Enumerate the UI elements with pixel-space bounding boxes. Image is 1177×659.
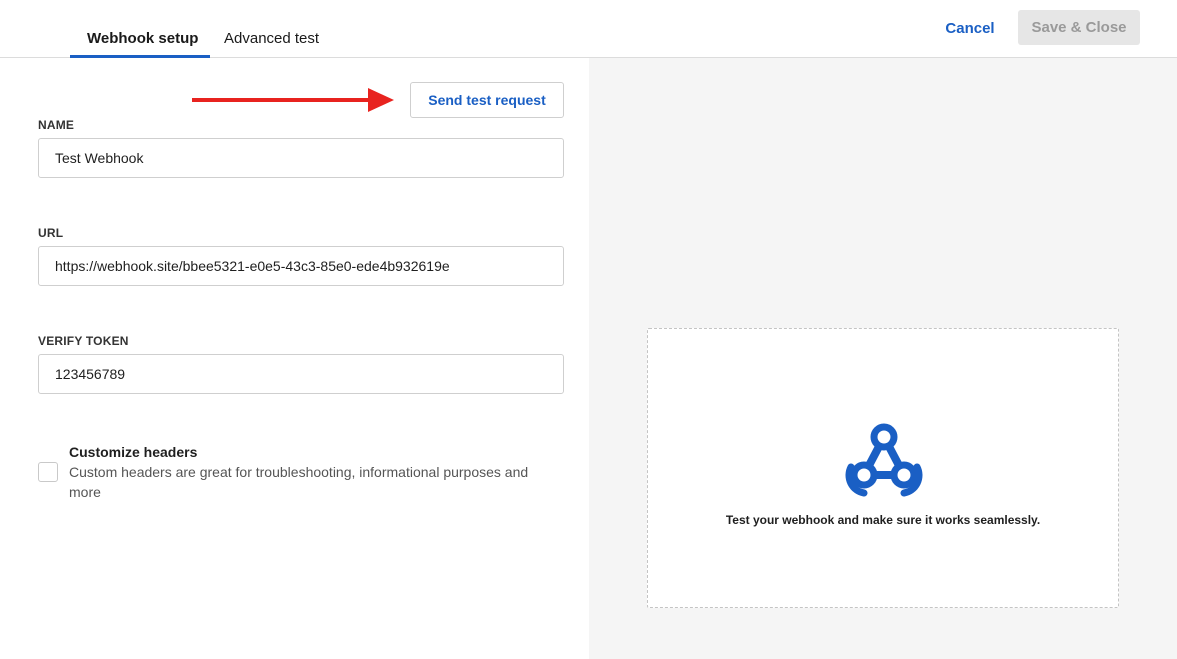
tab-webhook-setup[interactable]: Webhook setup — [87, 30, 198, 48]
url-label: URL — [38, 226, 64, 240]
url-input[interactable] — [38, 246, 564, 286]
name-label: NAME — [38, 118, 75, 132]
verify-token-label: VERIFY TOKEN — [38, 334, 129, 348]
customize-headers-checkbox[interactable] — [38, 462, 58, 482]
test-preview-area: Test your webhook and make sure it works… — [647, 328, 1119, 608]
tab-advanced-test[interactable]: Advanced test — [224, 30, 319, 48]
save-close-button[interactable]: Save & Close — [1018, 10, 1140, 45]
cancel-button[interactable]: Cancel — [935, 16, 1005, 40]
webhook-icon — [845, 423, 923, 497]
verify-token-input[interactable] — [38, 354, 564, 394]
header-bar: Webhook setup Advanced test Cancel Save … — [0, 0, 1177, 58]
customize-headers-description: Custom headers are great for troubleshoo… — [69, 464, 529, 500]
preview-message: Test your webhook and make sure it works… — [725, 513, 1041, 527]
send-test-request-button[interactable]: Send test request — [410, 82, 564, 118]
active-tab-indicator — [70, 55, 210, 58]
customize-headers-title: Customize headers — [69, 444, 198, 460]
name-input[interactable] — [38, 138, 564, 178]
red-arrow-annotation — [192, 88, 394, 112]
